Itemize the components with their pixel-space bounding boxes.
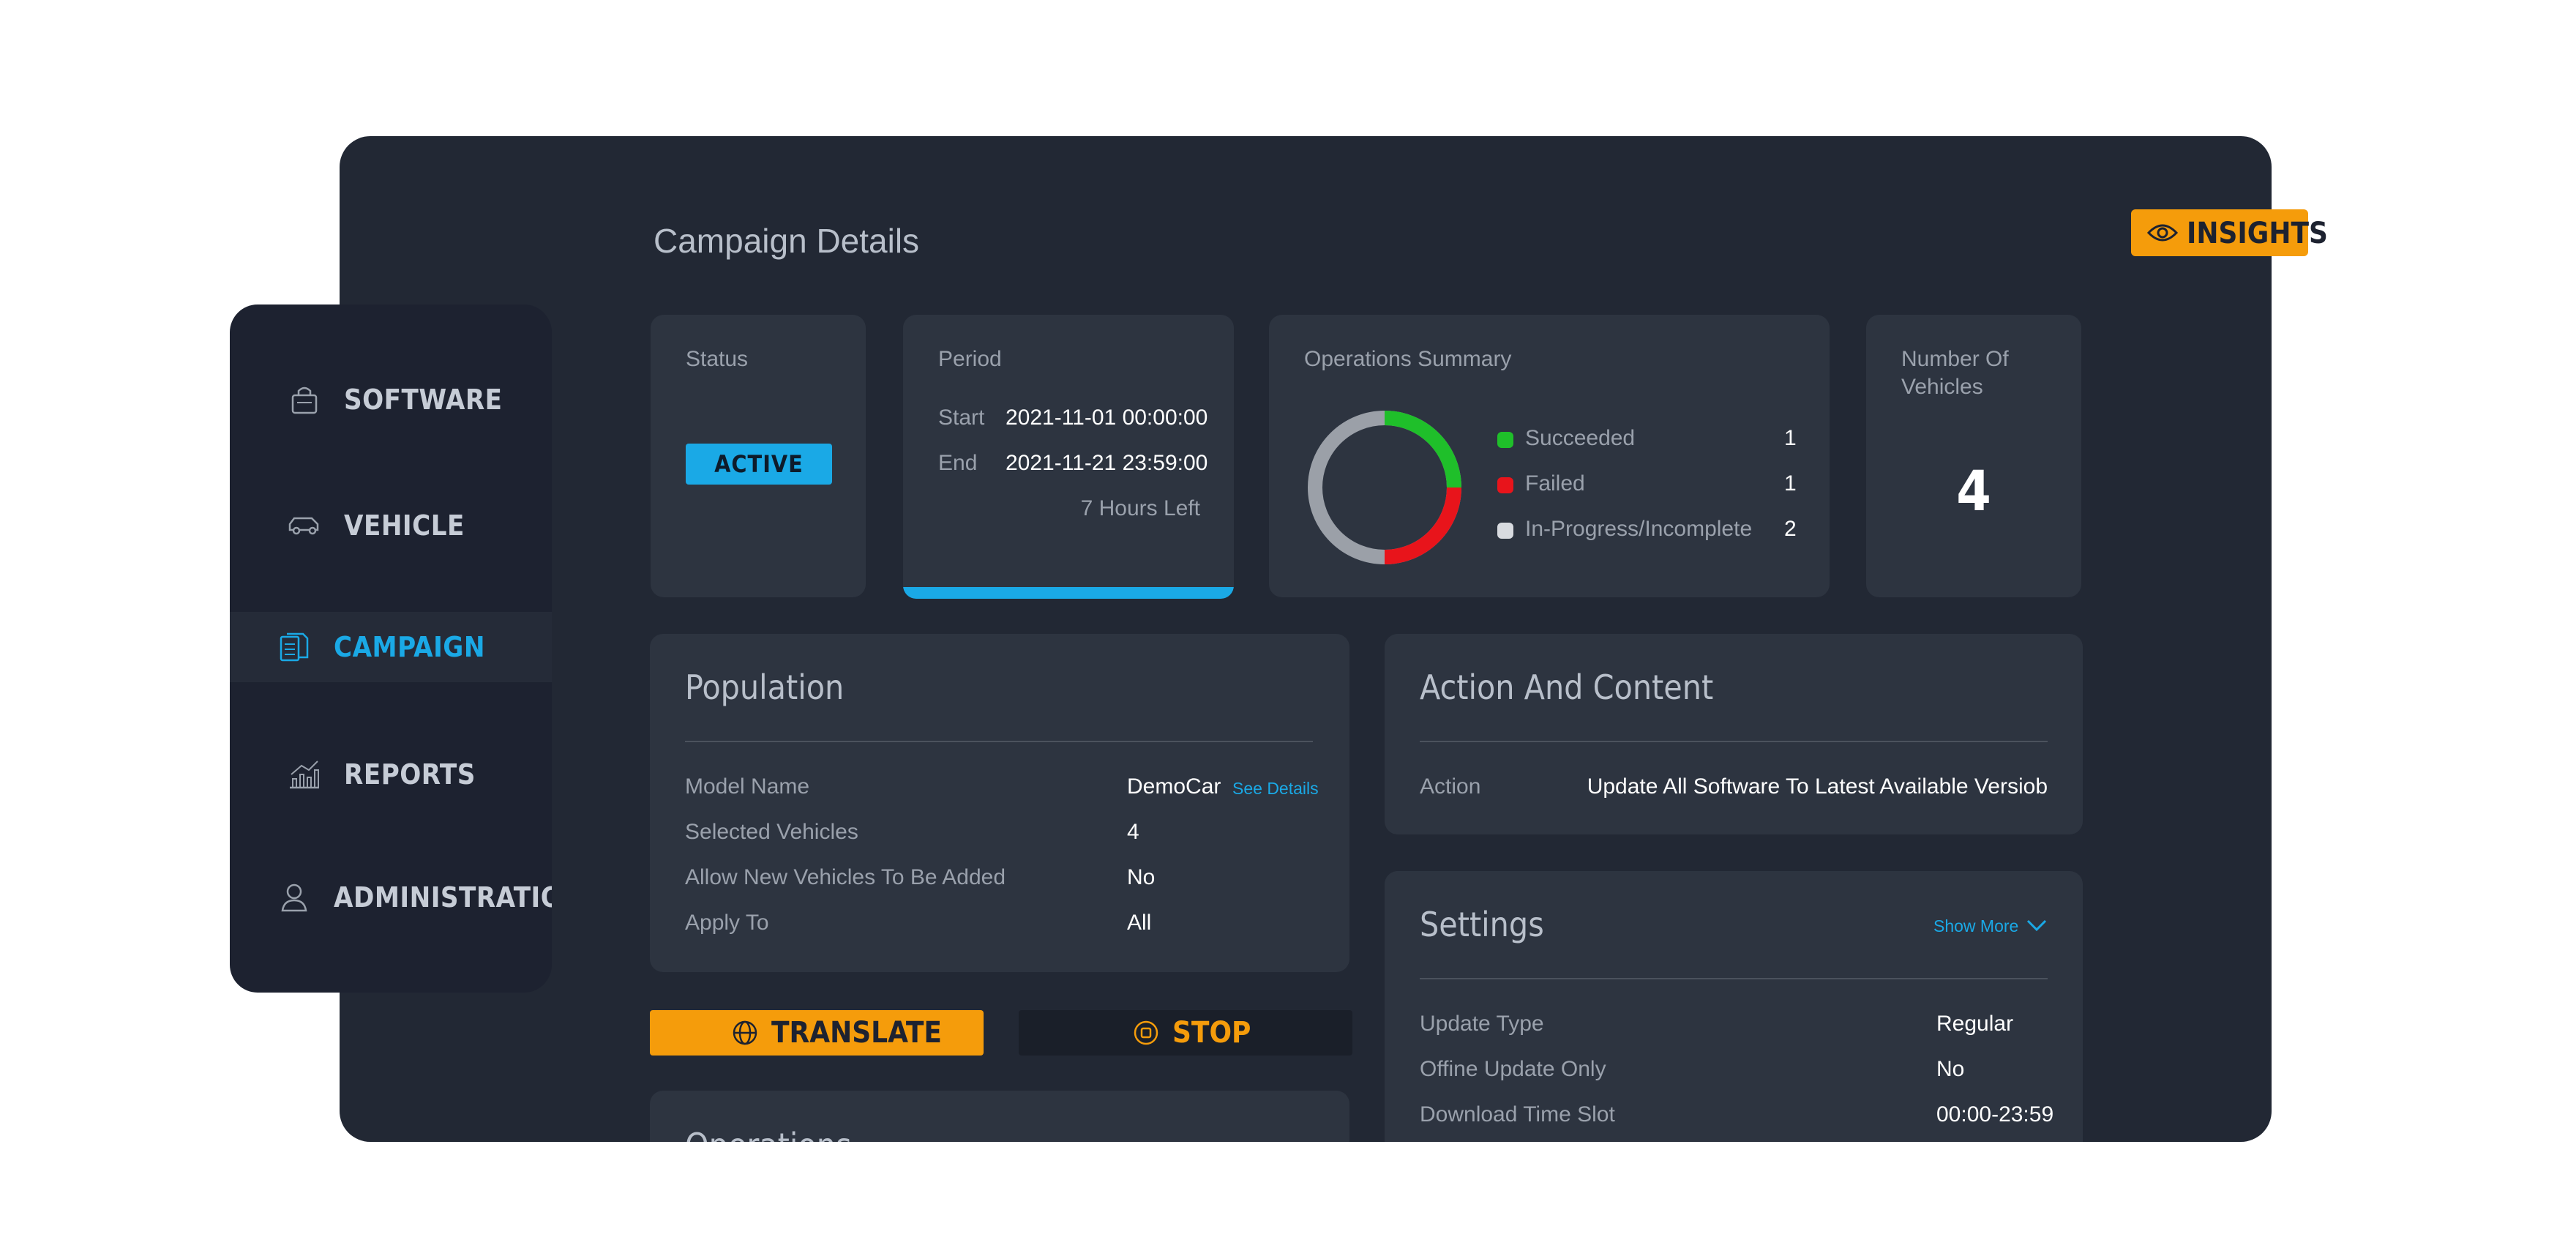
insights-button[interactable]: INSIGHTS <box>2131 209 2328 256</box>
stop-button[interactable]: STOP <box>1019 1010 1352 1056</box>
vehicles-label-line1: Number Of <box>1901 347 2009 371</box>
update-type-label: Update Type <box>1420 1012 1544 1036</box>
action-content-title: Action And Content <box>1420 668 1714 707</box>
vehicles-card: Number Of Vehicles 4 <box>1866 315 2081 597</box>
action-label: Action <box>1420 774 1481 799</box>
operations-summary-label: Operations Summary <box>1304 347 1512 371</box>
operations-donut-chart <box>1308 411 1461 564</box>
settings-divider <box>1420 978 2048 979</box>
succeeded-label: Succeeded <box>1525 426 1636 450</box>
action-content-card: Action And Content Action Update All Sof… <box>1385 634 2083 834</box>
sidebar-item-vehicle[interactable]: VEHICLE <box>230 490 552 561</box>
insights-label: INSIGHTS <box>2187 217 2328 250</box>
selected-vehicles-label: Selected Vehicles <box>685 820 858 844</box>
update-type-value: Regular <box>1936 1012 2014 1036</box>
operations-card: Operations <box>650 1091 1349 1142</box>
offline-update-value: No <box>1936 1057 1965 1081</box>
page-title: Campaign Details <box>654 222 920 260</box>
succeeded-dot <box>1497 432 1513 448</box>
apply-to-value: All <box>1127 911 1152 935</box>
lock-package-icon <box>291 386 318 414</box>
action-value: Update All Software To Latest Available … <box>1587 774 2048 799</box>
failed-dot <box>1497 477 1513 493</box>
globe-icon <box>733 1020 757 1045</box>
period-end-value: 2021-11-21 23:59:00 <box>1006 451 1208 475</box>
sidebar-item-campaign[interactable]: CAMPAIGN <box>230 612 552 682</box>
download-time-slot-value: 00:00-23:59 <box>1936 1102 2054 1127</box>
population-divider <box>685 741 1313 742</box>
chart-icon <box>290 761 319 789</box>
action-content-divider <box>1420 741 2048 742</box>
sidebar-item-label: VEHICLE <box>344 509 465 542</box>
stop-button-label: STOP <box>1172 1016 1251 1050</box>
period-start-label: Start <box>938 406 985 430</box>
failed-count: 1 <box>1784 471 1797 496</box>
translate-button[interactable]: TRANSLATE <box>650 1010 984 1056</box>
period-start-value: 2021-11-01 00:00:00 <box>1006 406 1208 430</box>
settings-card: Settings Show More Update Type Regular O… <box>1385 871 2083 1142</box>
population-card: Population Model Name DemoCar See Detail… <box>650 634 1349 972</box>
translate-button-label: TRANSLATE <box>771 1016 942 1050</box>
show-more-link[interactable]: Show More <box>1933 916 2018 936</box>
settings-title: Settings <box>1420 905 1544 944</box>
status-badge: ACTIVE <box>686 444 832 485</box>
sidebar-item-label: SOFTWARE <box>344 384 503 416</box>
operations-summary-card: Operations Summary Succeeded 1 Failed 1 … <box>1269 315 1830 597</box>
donut-segment-failed <box>1384 487 1461 564</box>
allow-new-vehicles-value: No <box>1127 865 1156 889</box>
stop-icon <box>1134 1020 1158 1045</box>
succeeded-count: 1 <box>1784 426 1797 450</box>
period-card: Period Start 2021-11-01 00:00:00 End 202… <box>903 315 1234 599</box>
model-name-value: DemoCar <box>1127 774 1221 799</box>
vehicles-label-line2: Vehicles <box>1901 375 1983 399</box>
sidebar-item-label: REPORTS <box>344 758 476 791</box>
status-card: Status ACTIVE <box>651 315 866 597</box>
period-label: Period <box>938 347 1002 371</box>
document-icon <box>280 632 309 662</box>
time-remaining: 7 Hours Left <box>1080 496 1200 520</box>
in-progress-count: 2 <box>1784 517 1797 541</box>
eye-icon <box>2147 224 2178 242</box>
apply-to-label: Apply To <box>685 911 769 935</box>
sidebar-item-reports[interactable]: REPORTS <box>230 739 552 810</box>
sidebar-item-label: ADMINISTRATION <box>334 881 552 914</box>
chevron-down-icon[interactable] <box>2026 918 2048 933</box>
vehicles-count: 4 <box>1956 458 1991 523</box>
in-progress-dot <box>1497 523 1513 539</box>
in-progress-label: In-Progress/Incomplete <box>1525 517 1753 541</box>
sidebar: SOFTWARE VEHICLE CAMPAIGN REPORTS ADMINI… <box>230 305 552 993</box>
allow-new-vehicles-label: Allow New Vehicles To Be Added <box>685 865 1006 889</box>
sidebar-item-administration[interactable]: ADMINISTRATION <box>230 862 552 933</box>
selected-vehicles-value: 4 <box>1127 820 1139 844</box>
sidebar-item-label: CAMPAIGN <box>334 631 485 663</box>
donut-segment-succeeded <box>1384 411 1461 488</box>
download-time-slot-label: Download Time Slot <box>1420 1102 1615 1127</box>
see-details-link[interactable]: See Details <box>1232 779 1319 799</box>
app-window: Campaign Details Status ACTIVE Period St… <box>340 136 2272 1142</box>
operations-title: Operations <box>685 1126 852 1142</box>
status-label: Status <box>686 347 749 371</box>
model-name-label: Model Name <box>685 774 810 799</box>
period-end-label: End <box>938 451 978 475</box>
failed-label: Failed <box>1525 471 1585 496</box>
offline-update-label: Offine Update Only <box>1420 1057 1606 1081</box>
car-icon <box>288 517 319 535</box>
population-title: Population <box>685 668 845 707</box>
sidebar-item-software[interactable]: SOFTWARE <box>230 365 552 435</box>
period-progress-bar <box>903 587 1234 599</box>
user-icon <box>281 883 307 912</box>
